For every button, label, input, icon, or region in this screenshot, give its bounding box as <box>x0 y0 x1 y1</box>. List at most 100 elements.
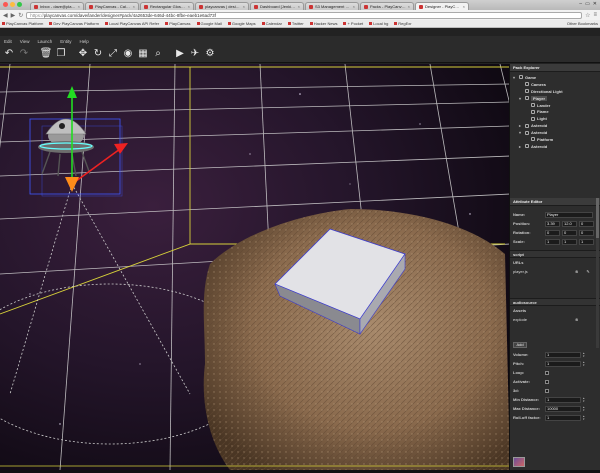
scale-z-input[interactable]: 1 <box>579 238 594 245</box>
expand-toggle-icon[interactable]: ▾ <box>513 75 517 80</box>
position-z-input[interactable]: 0 <box>579 220 594 227</box>
bookmark-item[interactable]: Calendar <box>262 21 282 26</box>
maximize-window-icon[interactable] <box>17 2 22 7</box>
tree-item[interactable]: Camera <box>513 81 597 88</box>
frame-selection-icon[interactable]: ▦ <box>137 48 149 60</box>
tab-close-icon[interactable]: × <box>463 4 465 9</box>
tab-close-icon[interactable]: × <box>133 4 135 9</box>
tree-item[interactable]: ▾ Game <box>513 74 597 81</box>
close-window-icon[interactable] <box>3 2 8 7</box>
scale-x-input[interactable]: 1 <box>545 238 560 245</box>
rotation-x-input[interactable]: 0 <box>545 229 560 236</box>
redo-icon[interactable]: ↷ <box>18 48 30 60</box>
bookmark-item[interactable]: Twitter <box>288 21 304 26</box>
edit-script-icon[interactable]: ✎ <box>586 269 589 274</box>
close-icon[interactable]: ✕ <box>593 1 597 7</box>
script-section-header[interactable]: script <box>510 250 600 258</box>
tree-item[interactable]: ▸ Asteroid <box>513 122 597 129</box>
max-distance-stepper-icon[interactable]: ▴ ▾ <box>583 405 587 412</box>
remove-asset-icon[interactable]: ⊗ <box>575 317 578 322</box>
bookmark-item[interactable]: PlayCanvas Platform <box>2 21 43 26</box>
rotate-icon[interactable]: ↻ <box>92 48 104 60</box>
avatar[interactable] <box>513 457 525 467</box>
url-input[interactable]: https:// playcanvas.com/dave/lander/desi… <box>26 11 583 19</box>
browser-tab[interactable]: Inbox - dave@playcanv× <box>30 2 84 10</box>
back-icon[interactable]: ◀ <box>3 12 8 19</box>
rolloff-input[interactable]: 1 <box>545 414 581 421</box>
browser-tab[interactable]: playcanvas | designer × <box>195 2 249 10</box>
browser-tab[interactable]: Packs - PlayCanvas × <box>360 2 414 10</box>
scale-icon[interactable]: ⤢ <box>107 48 119 60</box>
browser-tab[interactable]: Rectangular Glossy Web× <box>140 2 194 10</box>
menu-edit[interactable]: Edit <box>4 39 12 44</box>
delete-icon[interactable]: 🗑 <box>40 48 53 60</box>
bookmark-item[interactable]: Google Maps <box>228 21 256 26</box>
tab-close-icon[interactable]: × <box>78 4 80 9</box>
reload-icon[interactable]: ↻ <box>18 12 23 19</box>
zoom-icon[interactable]: ⌕ <box>152 48 164 60</box>
position-y-input[interactable]: 12.0 <box>562 220 577 227</box>
bookmark-item[interactable]: Dev PlayCanvas Platform <box>49 21 99 26</box>
tab-close-icon[interactable]: × <box>298 4 300 9</box>
min-distance-input[interactable]: 1 <box>545 396 581 403</box>
minimize-window-icon[interactable] <box>10 2 15 7</box>
tree-item[interactable]: ▾ Player <box>513 95 597 102</box>
rotation-z-input[interactable]: 0 <box>579 229 594 236</box>
add-asset-button[interactable]: Add <box>513 342 527 348</box>
scale-y-input[interactable]: 1 <box>562 238 577 245</box>
scene-viewport[interactable] <box>0 64 510 470</box>
tree-item[interactable]: ▸ Asteroid <box>513 143 597 150</box>
browser-tab[interactable]: S3 Management Conso× <box>305 2 359 10</box>
volume-stepper-icon[interactable]: ▴ ▾ <box>583 351 587 358</box>
min-distance-stepper-icon[interactable]: ▴ ▾ <box>583 396 587 403</box>
duplicate-icon[interactable]: ❐ <box>55 48 67 60</box>
browser-tab[interactable]: Designer - PlayCanvas× <box>415 2 469 10</box>
settings-icon[interactable]: ⚙ <box>204 48 216 60</box>
other-bookmarks[interactable]: Other Bookmarks <box>567 21 598 26</box>
activate-checkbox[interactable] <box>545 379 549 384</box>
menu-launch[interactable]: Launch <box>37 39 52 44</box>
tab-close-icon[interactable]: × <box>243 4 245 9</box>
position-x-input[interactable]: 3.39 <box>545 220 560 227</box>
3d-checkbox[interactable] <box>545 388 549 393</box>
remove-script-icon[interactable]: ⊗ <box>575 269 578 274</box>
translate-icon[interactable]: ✥ <box>77 48 89 60</box>
tab-close-icon[interactable]: × <box>353 4 355 9</box>
fullscreen-icon[interactable]: ▭ <box>585 1 590 7</box>
browser-menu-icon[interactable]: ≡ <box>593 12 597 18</box>
forward-icon[interactable]: ▶ <box>11 12 16 19</box>
pitch-input[interactable]: 1 <box>545 360 581 367</box>
bookmark-item[interactable]: + Pocket <box>343 21 363 26</box>
attribute-scrollbar[interactable] <box>596 198 599 348</box>
expand-toggle-icon[interactable]: ▾ <box>519 130 523 135</box>
expand-toggle-icon[interactable]: ▸ <box>519 123 523 128</box>
bookmark-item[interactable]: Local PlayCanvas API Refer <box>105 21 159 26</box>
audiosource-section-header[interactable]: audiosource <box>510 298 600 306</box>
menu-help[interactable]: Help <box>79 39 88 44</box>
name-input[interactable]: Player <box>545 211 593 218</box>
bookmark-item[interactable]: Hacker News <box>310 21 338 26</box>
rolloff-stepper-icon[interactable]: ▴ ▾ <box>583 414 587 421</box>
tree-item[interactable]: Directional Light <box>513 88 597 95</box>
tree-item[interactable]: Lander <box>513 102 597 109</box>
max-distance-input[interactable]: 10000 <box>545 405 581 412</box>
loop-checkbox[interactable] <box>545 370 549 375</box>
pitch-stepper-icon[interactable]: ▴ ▾ <box>583 360 587 367</box>
world-space-icon[interactable]: ◉ <box>122 48 134 60</box>
publish-icon[interactable]: ✈ <box>189 48 201 60</box>
browser-tab[interactable]: Dashboard [Jenkins] × <box>250 2 304 10</box>
tab-close-icon[interactable]: × <box>408 4 410 9</box>
menu-view[interactable]: View <box>20 39 30 44</box>
browser-tab[interactable]: PlayCanvas - Calendar× <box>85 2 139 10</box>
tree-item[interactable]: Flame <box>513 108 597 115</box>
menu-entity[interactable]: Entity <box>60 39 71 44</box>
rotation-y-input[interactable]: 0 <box>562 229 577 236</box>
tree-item[interactable]: Light <box>513 115 597 122</box>
expand-toggle-icon[interactable]: ▸ <box>519 144 523 149</box>
bookmark-item[interactable]: Google Mail <box>197 21 222 26</box>
play-icon[interactable]: ▶ <box>174 48 186 60</box>
bookmark-item[interactable]: PlayCanvas <box>165 21 190 26</box>
minimize-icon[interactable]: – <box>579 1 582 7</box>
bookmark-star-icon[interactable]: ☆ <box>585 12 590 19</box>
volume-input[interactable]: 1 <box>545 351 581 358</box>
